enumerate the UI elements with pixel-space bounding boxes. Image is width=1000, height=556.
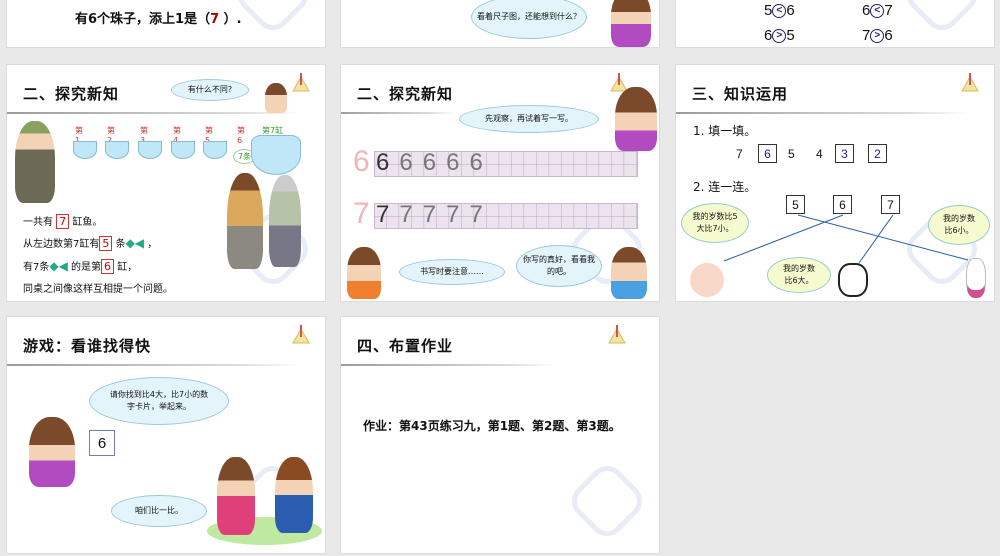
question-line-2: 从左边数第7缸有 5 条◆◀ ， (23, 236, 158, 251)
question-line-1: 一共有 7 缸鱼。 (23, 214, 103, 229)
slide-thumbnail-explore-2[interactable]: 二、探究新知 先观察，再试着写一写。 6 66666 7 77777 书写时要注… (340, 64, 660, 302)
fish-icon: ◆◀ (49, 259, 68, 273)
sheep-illustration (690, 263, 724, 297)
slide-title: 游戏：看谁找得快 (23, 337, 152, 355)
fish-bowl (73, 141, 97, 159)
slide-thumbnail-game[interactable]: 游戏：看谁找得快 请你找到比4大，比7小的数字卡片，举起来。 6 咱们比一比。 (6, 316, 326, 554)
cow-illustration (838, 263, 868, 297)
compass-ruler-logo (292, 325, 310, 344)
big-fish-bowl (251, 135, 301, 175)
traced-sevens: 77777 (376, 201, 493, 228)
number-card: 6 (89, 430, 115, 456)
girl-illustration (347, 247, 381, 299)
fish-bowl (203, 141, 227, 159)
slide-thumbnail-apply[interactable]: 三、知识运用 1. 填一填。 7 6 5 4 3 2 2. 连一连。 5 6 7… (675, 64, 995, 302)
traced-sixes: 66666 (376, 149, 493, 176)
slide-thumbnail-prev-1[interactable]: 有6个珠子，添上1是（7 ）. (6, 0, 326, 48)
question-line-4: 同桌之间像这样互相提一个问题。 (23, 284, 173, 295)
boy-illustration (611, 247, 647, 299)
digit-six-model: 6 (353, 145, 370, 178)
number-card-5: 5 (786, 195, 805, 214)
slide-thumbnail-homework[interactable]: 四、布置作业 作业：第43页练习九，第1题、第2题、第3题。 (340, 316, 660, 554)
slide-thumbnail-prev-3[interactable]: 5 <6 6 <7 6 >5 7 >6 (675, 0, 995, 48)
title-divider (341, 364, 555, 366)
speech-bubble: 看着尺子图，还能想到什么？ (471, 0, 587, 39)
teacher-illustration (615, 87, 657, 151)
number-card-6: 6 (833, 195, 852, 214)
fish-bowl (105, 141, 129, 159)
slide-title: 四、布置作业 (357, 337, 454, 355)
fish-bowl (171, 141, 195, 159)
speech-bubble: 书写时要注意…… (399, 259, 505, 285)
number-card-7: 7 (881, 195, 900, 214)
title-divider (341, 112, 455, 114)
boy-illustration (265, 83, 287, 113)
comparison: 5 <6 (764, 2, 795, 19)
teacher-illustration (611, 0, 651, 47)
speech-bubble: 咱们比一比。 (111, 495, 207, 527)
girl-illustration (217, 457, 255, 535)
slide-thumbnail-prev-2[interactable]: 看着尺子图，还能想到什么？ (340, 0, 660, 48)
comparison: 6 <7 (862, 2, 893, 19)
boy-illustration (227, 173, 263, 269)
question-line-3: 有7条◆◀ 的是第 6 缸， (23, 259, 138, 274)
boy-illustration (275, 457, 313, 533)
title-divider (7, 112, 301, 114)
sheep-speech-bubble: 我的岁数比5大比7小。 (681, 203, 749, 243)
compass-ruler-logo (608, 325, 626, 344)
speech-bubble: 请你找到比4大，比7小的数字卡片，举起来。 (89, 377, 229, 425)
slide-title: 二、探究新知 (357, 85, 454, 103)
slide-text: 有6个珠子，添上1是（7 ）. (75, 12, 242, 27)
watermark-logo (899, 0, 985, 38)
comparison: 6 >5 (764, 27, 795, 44)
boy-illustration (269, 175, 301, 267)
watermark-logo (230, 0, 316, 38)
slide-thumbnail-explore-1[interactable]: 二、探究新知 有什么不同? 第1 第2 第3 第4 第5 第6 第7缸 7条 一… (6, 64, 326, 302)
homework-text: 作业：第43页练习九，第1题、第2题、第3题。 (363, 419, 621, 433)
girl-illustration (15, 121, 55, 203)
fish-icon: ◆◀ (125, 236, 145, 250)
speech-bubble: 有什么不同? (171, 79, 249, 101)
cow-speech-bubble: 我的岁数比6大。 (767, 257, 831, 293)
fish-bowl (138, 141, 162, 159)
slide-title: 二、探究新知 (23, 85, 120, 103)
watermark-logo (564, 458, 650, 544)
compass-ruler-logo (292, 73, 310, 92)
speech-bubble: 先观察，再试着写一写。 (459, 105, 599, 133)
speech-bubble: 你写的真好，看看我的吧。 (516, 245, 602, 287)
title-divider (7, 364, 301, 366)
digit-seven-model: 7 (353, 197, 370, 230)
teacher-illustration (29, 417, 75, 487)
rabbit-speech-bubble: 我的岁数比6小。 (928, 205, 990, 245)
comparison: 7 >6 (862, 27, 893, 44)
matching-lines (723, 214, 969, 264)
rabbit-illustration (966, 258, 986, 298)
